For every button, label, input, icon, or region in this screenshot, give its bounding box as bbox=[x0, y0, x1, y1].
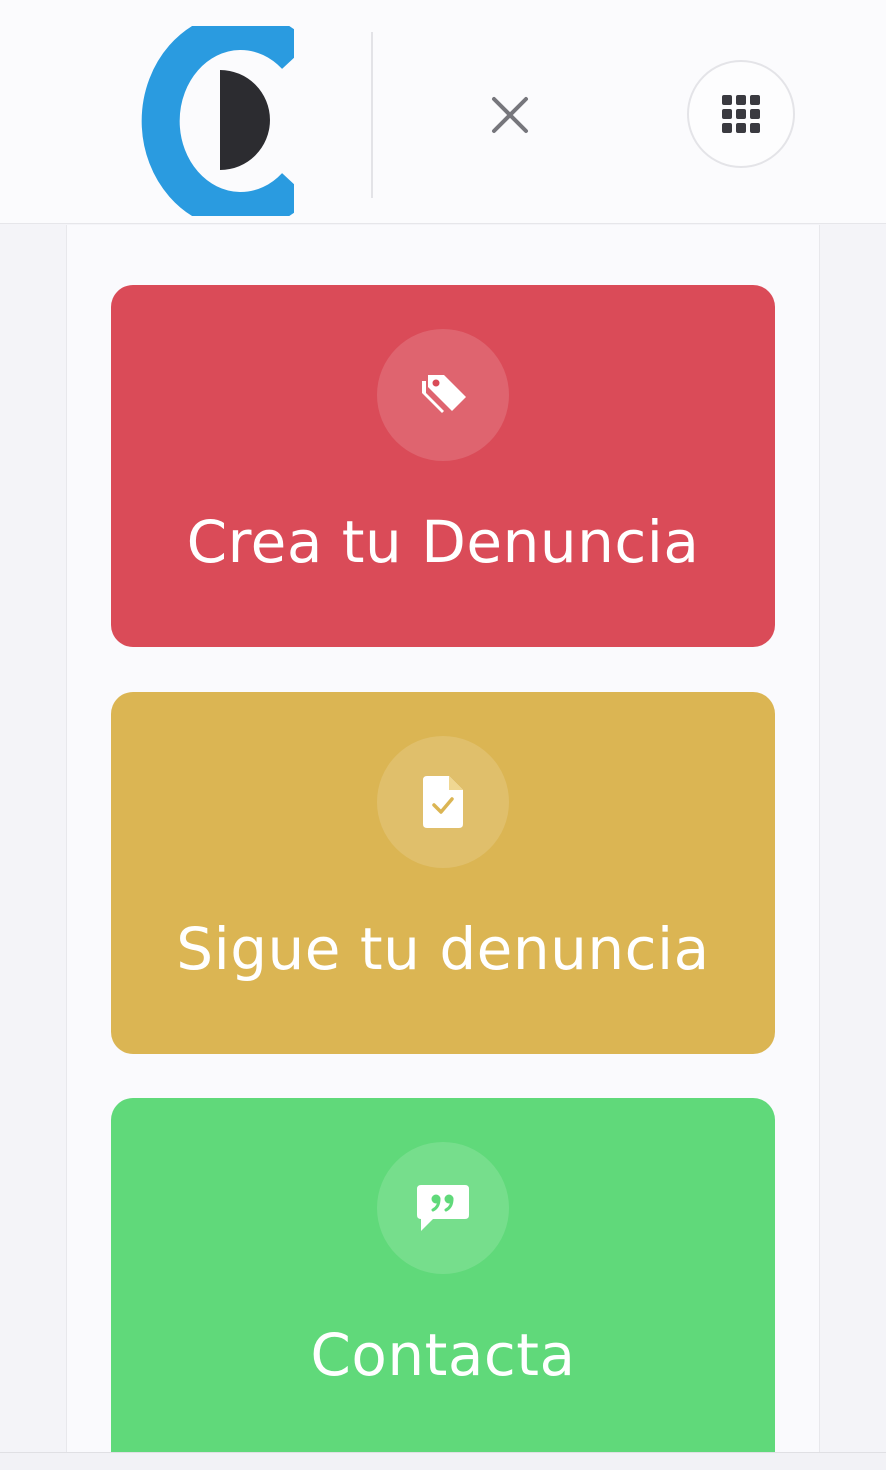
card-label: Sigue tu denuncia bbox=[176, 915, 710, 983]
track-complaint-card[interactable]: Sigue tu denuncia bbox=[111, 692, 775, 1054]
tags-icon bbox=[422, 375, 466, 413]
grid-apps-icon bbox=[722, 95, 760, 133]
create-complaint-card[interactable]: Crea tu Denuncia bbox=[111, 285, 775, 647]
file-check-icon bbox=[423, 776, 463, 828]
card-icon-circle bbox=[377, 736, 509, 868]
close-button[interactable] bbox=[480, 85, 540, 145]
app-header bbox=[0, 0, 886, 230]
card-label: Contacta bbox=[310, 1321, 576, 1389]
card-label: Crea tu Denuncia bbox=[186, 508, 700, 576]
c-half-moon-logo-icon bbox=[141, 12, 310, 230]
header-divider bbox=[371, 32, 373, 198]
quote-message-icon bbox=[417, 1185, 469, 1231]
bottom-edge bbox=[0, 1452, 886, 1470]
brand-logo[interactable] bbox=[136, 12, 310, 230]
card-icon-circle bbox=[377, 1142, 509, 1274]
close-x-icon bbox=[492, 97, 528, 133]
card-icon-circle bbox=[377, 329, 509, 461]
apps-menu-button[interactable] bbox=[687, 60, 795, 168]
contact-card[interactable]: Contacta bbox=[111, 1098, 775, 1452]
